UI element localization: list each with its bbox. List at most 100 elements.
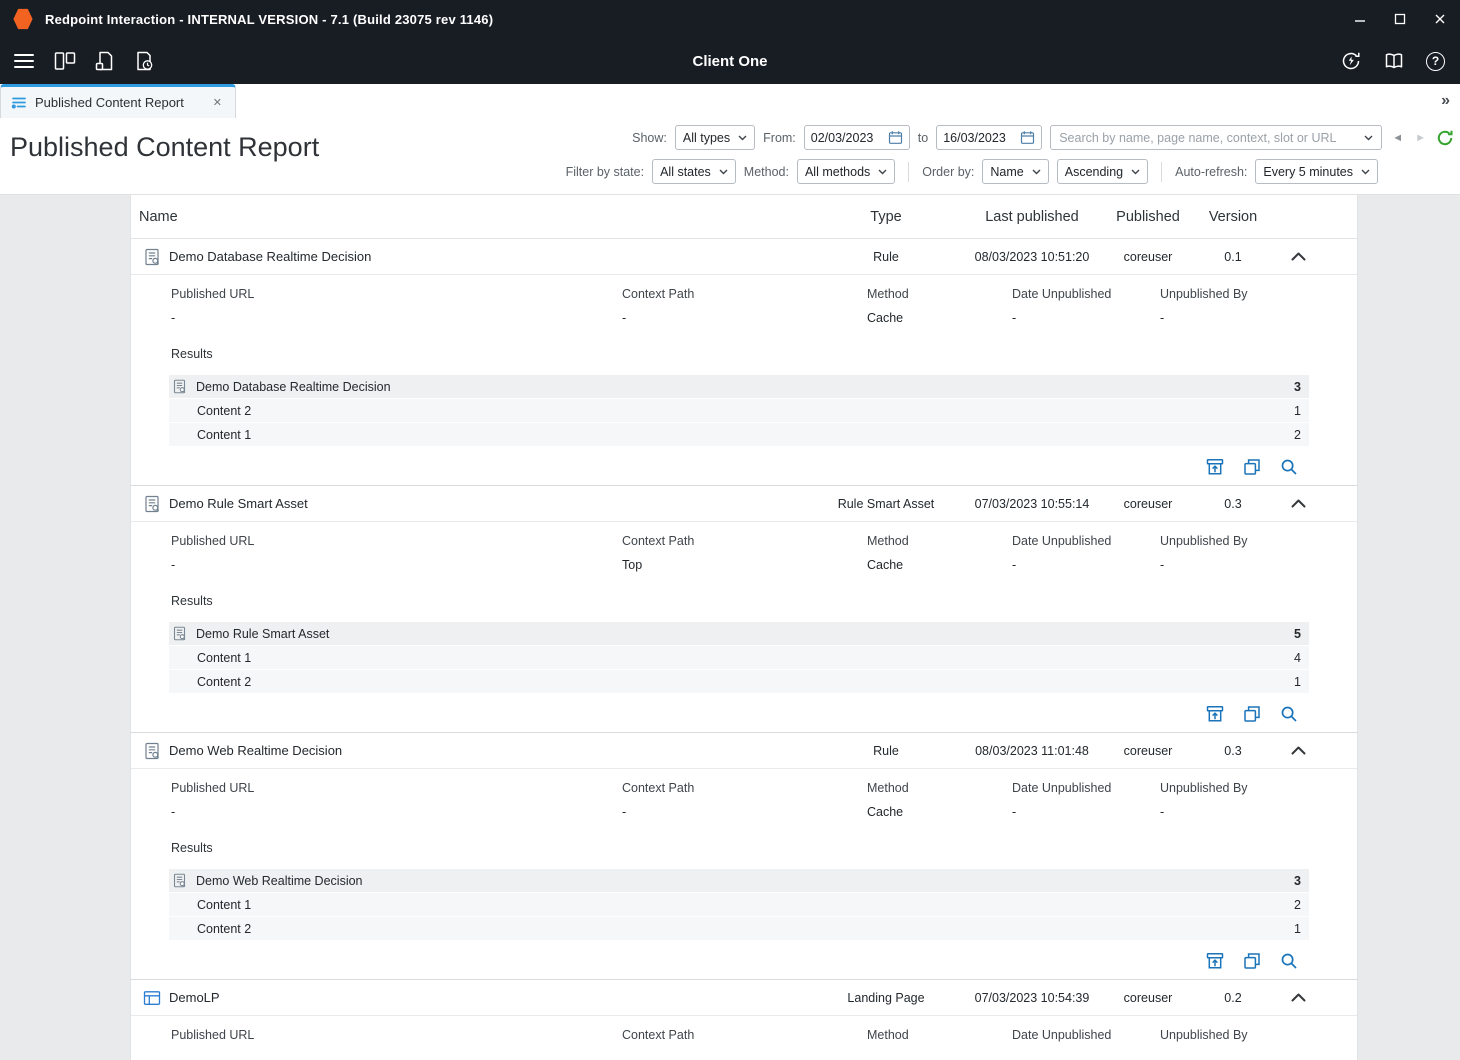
refresh-icon[interactable] (1436, 129, 1454, 147)
tab-overflow-icon[interactable]: » (1441, 84, 1450, 118)
detail-label-context-path: Context Path (622, 781, 867, 795)
result-row: Content 2 1 (169, 670, 1309, 694)
calendar-icon[interactable] (1020, 130, 1035, 145)
state-select[interactable]: All states (652, 159, 736, 184)
sync-icon[interactable] (1340, 50, 1362, 72)
chevron-down-icon[interactable] (1364, 135, 1373, 141)
calendar-icon[interactable] (888, 130, 903, 145)
content-type-icon (143, 742, 161, 760)
entry-header-row[interactable]: Demo Database Realtime Decision Rule 08/… (131, 239, 1357, 275)
entry-list: Demo Database Realtime Decision Rule 08/… (131, 239, 1357, 1060)
entry-actions (131, 694, 1357, 732)
result-row: Content 1 4 (169, 646, 1309, 670)
result-count: 3 (1294, 874, 1309, 888)
result-name: Content 2 (197, 922, 251, 936)
detail-label-method: Method (867, 781, 1012, 795)
entry-version: 0.3 (1193, 497, 1273, 511)
detail-label-date-unpublished: Date Unpublished (1012, 781, 1160, 795)
to-date-value[interactable] (943, 131, 1015, 145)
tab-close-icon[interactable]: ✕ (210, 94, 225, 111)
close-button[interactable] (1420, 0, 1460, 38)
tab-published-content-report[interactable]: Published Content Report ✕ (0, 84, 236, 118)
minimize-button[interactable] (1340, 0, 1380, 38)
client-name: Client One (0, 53, 1460, 70)
panels-icon[interactable] (54, 51, 76, 71)
separator (908, 162, 909, 182)
copy-icon[interactable] (1242, 704, 1262, 724)
collapse-chevron-icon[interactable] (1273, 252, 1323, 261)
chevron-down-icon (1361, 169, 1370, 175)
detail-value-date-unpublished: - (1012, 558, 1160, 572)
collapse-chevron-icon[interactable] (1273, 746, 1323, 755)
collapse-chevron-icon[interactable] (1273, 499, 1323, 508)
help-icon[interactable]: ? (1426, 52, 1445, 71)
result-count: 5 (1294, 627, 1309, 641)
order-by-select[interactable]: Name (982, 159, 1048, 184)
entry-header-row[interactable]: Demo Web Realtime Decision Rule 08/03/20… (131, 733, 1357, 769)
entry-last-published: 07/03/2023 10:54:39 (961, 991, 1103, 1005)
document-history-icon[interactable] (134, 51, 154, 71)
entry-published-by: coreuser (1103, 250, 1193, 264)
unpublish-icon[interactable] (1205, 704, 1225, 724)
search-details-icon[interactable] (1279, 457, 1299, 477)
entry-version: 0.1 (1193, 250, 1273, 264)
method-select[interactable]: All methods (797, 159, 895, 184)
column-header-row: Name Type Last published Published Versi… (131, 195, 1357, 239)
from-date-input[interactable] (804, 125, 910, 150)
result-name: Content 1 (197, 651, 251, 665)
sort-direction-select[interactable]: Ascending (1057, 159, 1148, 184)
result-row: Content 1 2 (169, 423, 1309, 447)
entry-header-row[interactable]: DemoLP Landing Page 07/03/2023 10:54:39 … (131, 980, 1357, 1016)
app-toolbar: Client One ? (0, 38, 1460, 84)
minimize-icon (1354, 13, 1366, 25)
copy-icon[interactable] (1242, 951, 1262, 971)
detail-label-date-unpublished: Date Unpublished (1012, 534, 1160, 548)
page-header: Published Content Report Show: All types… (0, 118, 1460, 195)
previous-page-icon[interactable]: ◄ (1390, 132, 1405, 144)
result-name: Demo Web Realtime Decision (196, 874, 363, 888)
result-count: 2 (1294, 428, 1309, 442)
collapse-chevron-icon[interactable] (1273, 993, 1323, 1002)
detail-value-published-url: - (171, 805, 622, 819)
copy-icon[interactable] (1242, 457, 1262, 477)
detail-value-unpublished-by: - (1160, 558, 1321, 572)
detail-label-published-url: Published URL (171, 534, 622, 548)
entry-type: Rule (811, 250, 961, 264)
content-type-icon (143, 989, 161, 1007)
search-details-icon[interactable] (1279, 704, 1299, 724)
entry-card: Demo Web Realtime Decision Rule 08/03/20… (131, 733, 1357, 980)
detail-value-method: Cache (867, 558, 1012, 572)
unpublish-icon[interactable] (1205, 951, 1225, 971)
entry-actions (131, 941, 1357, 979)
entry-detail: Published URL Context Path Method Date U… (131, 1016, 1357, 1060)
tab-strip: Published Content Report ✕ » (0, 84, 1460, 118)
search-input[interactable] (1059, 131, 1358, 145)
search-details-icon[interactable] (1279, 951, 1299, 971)
documentation-book-icon[interactable] (1383, 51, 1405, 71)
auto-refresh-select[interactable]: Every 5 minutes (1255, 159, 1378, 184)
detail-value-published-url: - (171, 311, 622, 325)
detail-label-unpublished-by: Unpublished By (1160, 534, 1321, 548)
to-date-input[interactable] (936, 125, 1042, 150)
unpublish-icon[interactable] (1205, 457, 1225, 477)
maximize-button[interactable] (1380, 0, 1420, 38)
redpoint-logo-icon (13, 8, 33, 30)
document-icon[interactable] (95, 51, 115, 71)
search-box[interactable] (1050, 125, 1382, 150)
menu-icon[interactable] (13, 52, 35, 70)
show-select[interactable]: All types (675, 125, 755, 150)
from-label: From: (763, 131, 796, 145)
entry-header-row[interactable]: Demo Rule Smart Asset Rule Smart Asset 0… (131, 486, 1357, 522)
entry-type: Rule (811, 744, 961, 758)
results-section: Results Demo Database Realtime Decision … (131, 347, 1357, 447)
filter-by-state-label: Filter by state: (566, 165, 645, 179)
next-page-icon[interactable]: ► (1413, 132, 1428, 144)
entry-card: DemoLP Landing Page 07/03/2023 10:54:39 … (131, 980, 1357, 1060)
result-name: Content 2 (197, 675, 251, 689)
detail-label-method: Method (867, 287, 1012, 301)
result-item-icon (172, 626, 187, 641)
entry-card: Demo Rule Smart Asset Rule Smart Asset 0… (131, 486, 1357, 733)
detail-value-method: Cache (867, 805, 1012, 819)
results-label: Results (171, 594, 1357, 612)
from-date-value[interactable] (811, 131, 883, 145)
